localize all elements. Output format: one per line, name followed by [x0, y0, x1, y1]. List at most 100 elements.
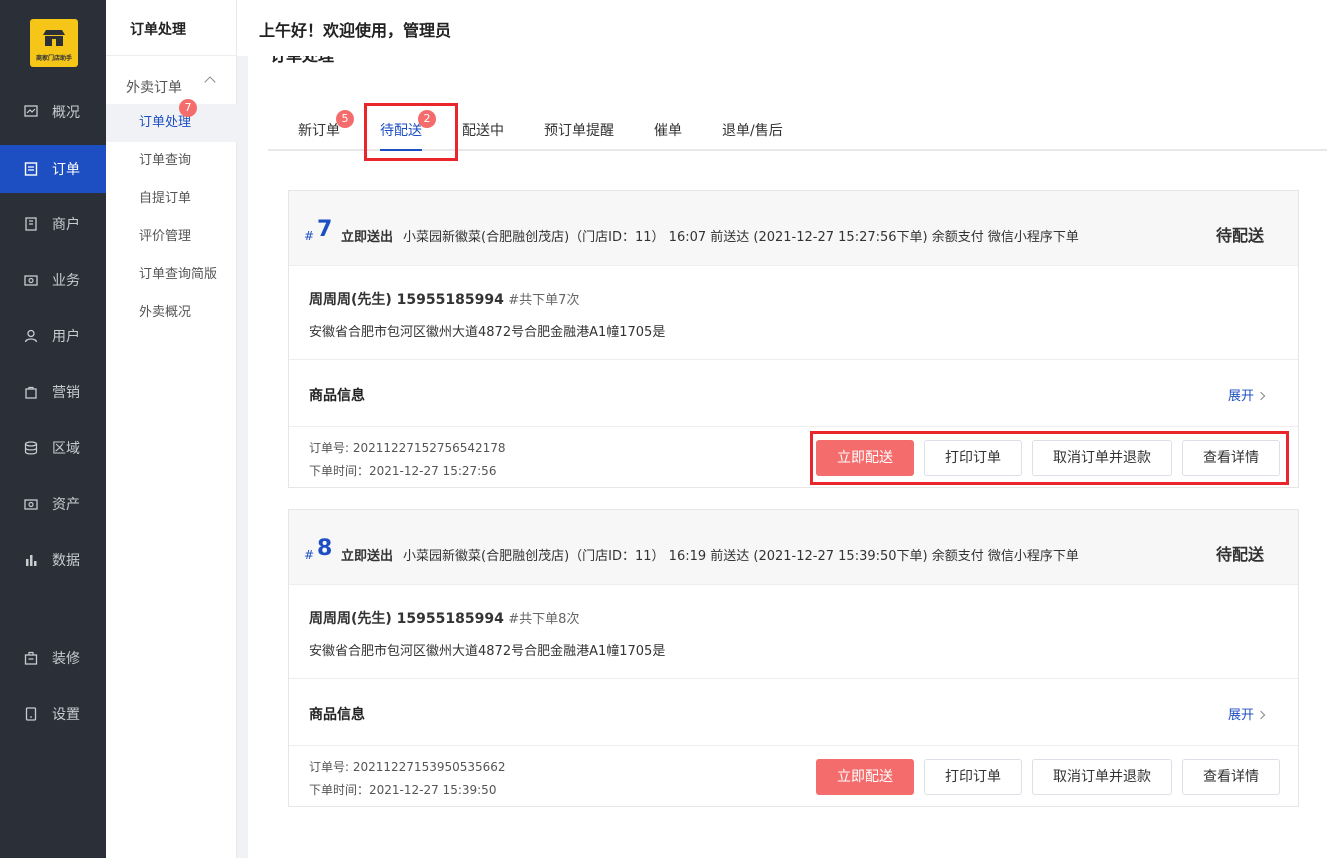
shop-icon [43, 30, 65, 46]
tab-badge: 5 [336, 110, 354, 128]
tab-badge: 2 [418, 110, 436, 128]
goods-title: 商品信息 [309, 388, 365, 404]
print-order-button[interactable]: 打印订单 [924, 759, 1022, 795]
nav-label: 营销 [52, 385, 80, 401]
nav-label: 用户 [52, 329, 80, 345]
nav-item-data[interactable]: 数据 [0, 536, 106, 584]
subnav-item-reviews[interactable]: 评价管理 [106, 218, 237, 256]
customer-address: 安徽省合肥市包河区徽州大道4872号合肥金融港A1幢1705是 [309, 325, 666, 340]
order-status: 待配送 [1215, 545, 1264, 564]
database-icon [24, 441, 38, 455]
order-no: 订单号: 20211227153950535662 [309, 760, 506, 774]
order-count: #共下单7次 [508, 293, 580, 308]
expand-label: 展开 [1227, 389, 1254, 404]
tab-new-orders[interactable]: 新订单 5 [298, 108, 354, 151]
building-icon [25, 217, 37, 231]
nav-label: 区域 [52, 441, 80, 457]
paint-icon [24, 651, 38, 665]
chevron-right-icon [1256, 710, 1266, 720]
order-footer: 订单号: 20211227153950535662 下单时间：2021-12-2… [289, 746, 1298, 806]
goods-section: 商品信息 展开 [289, 360, 1298, 427]
tab-refund-aftersale[interactable]: 退单/售后 [722, 108, 783, 151]
subnav-item-pickup-orders[interactable]: 自提订单 [106, 180, 237, 218]
order-card: # 7 立即送出 小菜园新徽菜(合肥融创茂店)（门店ID：11） 16:07 前送… [288, 190, 1299, 488]
subnav-item-order-query[interactable]: 订单查询 [106, 142, 237, 180]
nav-label: 订单 [52, 162, 80, 178]
nav-item-decoration[interactable]: 装修 [0, 634, 106, 682]
nav-label: 设置 [52, 707, 80, 723]
expand-label: 展开 [1227, 708, 1254, 723]
nav-item-assets[interactable]: 资产 [0, 480, 106, 528]
tab-label: 新订单 [298, 123, 340, 139]
order-card: # 8 立即送出 小菜园新徽菜(合肥融创茂店)（门店ID：11） 16:19 前送… [288, 509, 1299, 807]
subnav-title: 订单处理 [130, 22, 186, 38]
cancel-refund-button[interactable]: 取消订单并退款 [1032, 759, 1172, 795]
briefcase-icon [24, 275, 38, 286]
order-processing-count-badge: 7 [179, 99, 197, 117]
view-details-button[interactable]: 查看详情 [1182, 759, 1280, 795]
logo-text: 商家门店助手 [35, 55, 72, 62]
nav-label: 概况 [52, 105, 80, 121]
tab-delivering[interactable]: 配送中 [462, 108, 504, 151]
goods-section: 商品信息 展开 [289, 679, 1298, 746]
bag-icon [25, 386, 37, 399]
subnav-divider [106, 55, 237, 56]
customer-name-phone: 周周周(先生) 15955185994 [309, 292, 504, 308]
expand-link[interactable]: 展开 [1227, 704, 1266, 723]
print-order-button[interactable]: 打印订单 [924, 440, 1022, 476]
deliver-now-button[interactable]: 立即配送 [816, 440, 914, 476]
customer-address: 安徽省合肥市包河区徽州大道4872号合肥金融港A1幢1705是 [309, 644, 666, 659]
top-bar: 上午好！欢迎使用，管理员 [237, 0, 1327, 56]
goods-title: 商品信息 [309, 707, 365, 723]
nav-item-merchants[interactable]: 商户 [0, 200, 106, 248]
settings-icon [25, 707, 37, 721]
nav-label: 业务 [52, 273, 80, 289]
app-logo[interactable]: 商家门店助手 [30, 19, 78, 67]
subnav-item-takeout-overview[interactable]: 外卖概况 [106, 294, 237, 332]
order-hash: # [304, 548, 315, 562]
nav-item-overview[interactable]: 概况 [0, 88, 106, 136]
tab-preorder-reminder[interactable]: 预订单提醒 [544, 108, 614, 151]
nav-item-marketing[interactable]: 营销 [0, 368, 106, 416]
nav-label: 资产 [52, 497, 80, 513]
order-status: 待配送 [1215, 226, 1264, 245]
tab-label: 待配送 [380, 123, 422, 139]
order-no: 订单号: 20211227152756542178 [309, 441, 506, 455]
order-time: 下单时间：2021-12-27 15:39:50 [309, 783, 497, 797]
subnav-item-order-query-lite[interactable]: 订单查询简版 [106, 256, 237, 294]
greeting-text: 上午好！欢迎使用，管理员 [259, 21, 452, 40]
cancel-refund-button[interactable]: 取消订单并退款 [1032, 440, 1172, 476]
tab-pending-delivery[interactable]: 待配送 2 [380, 108, 436, 151]
nav-item-users[interactable]: 用户 [0, 312, 106, 360]
bar-chart-icon [26, 555, 37, 566]
order-card-header: # 8 立即送出 小菜园新徽菜(合肥融创茂店)（门店ID：11） 16:19 前送… [289, 510, 1298, 585]
order-status-tabs: 新订单 5 待配送 2 配送中 预订单提醒 催单 退单/售后 [268, 108, 1327, 151]
nav-item-business[interactable]: 业务 [0, 256, 106, 304]
nav-item-settings[interactable]: 设置 [0, 690, 106, 738]
order-hash: # [304, 229, 315, 243]
order-footer: 订单号: 20211227152756542178 下单时间：2021-12-2… [289, 427, 1298, 487]
order-count: #共下单8次 [508, 612, 580, 627]
customer-line: 周周周(先生) 15955185994 #共下单7次 [309, 289, 579, 309]
customer-section: 周周周(先生) 15955185994 #共下单7次 安徽省合肥市包河区徽州大道… [289, 266, 1298, 360]
customer-line: 周周周(先生) 15955185994 #共下单8次 [309, 608, 579, 628]
customer-name-phone: 周周周(先生) 15955185994 [309, 611, 504, 627]
order-number: 8 [317, 536, 333, 561]
order-card-header: # 7 立即送出 小菜园新徽菜(合肥融创茂店)（门店ID：11） 16:07 前送… [289, 191, 1298, 266]
nav-item-region[interactable]: 区域 [0, 424, 106, 472]
chevron-up-icon[interactable] [204, 76, 216, 88]
subnav-group-takeout[interactable]: 外卖订单 [126, 77, 182, 97]
wallet-icon [24, 499, 38, 510]
subnav-item-order-processing[interactable]: 订单处理 [106, 104, 237, 142]
tab-urge[interactable]: 催单 [654, 108, 682, 151]
ship-type: 立即送出 [341, 549, 394, 564]
deliver-now-button[interactable]: 立即配送 [816, 759, 914, 795]
order-meta: 小菜园新徽菜(合肥融创茂店)（门店ID：11） 16:19 前送达 (2021-… [403, 549, 1079, 564]
main-content: 订单处理 新订单 5 待配送 2 配送中 预订单提醒 催单 退单/售后 # 7 … [248, 56, 1327, 858]
view-details-button[interactable]: 查看详情 [1182, 440, 1280, 476]
user-icon [24, 329, 38, 343]
sub-sidebar: 订单处理 外卖订单 订单处理 7 订单查询 自提订单 评价管理 订单查询简版 外… [106, 0, 237, 858]
nav-label: 装修 [52, 651, 80, 667]
nav-item-orders[interactable]: 订单 [0, 145, 106, 193]
expand-link[interactable]: 展开 [1227, 385, 1266, 404]
